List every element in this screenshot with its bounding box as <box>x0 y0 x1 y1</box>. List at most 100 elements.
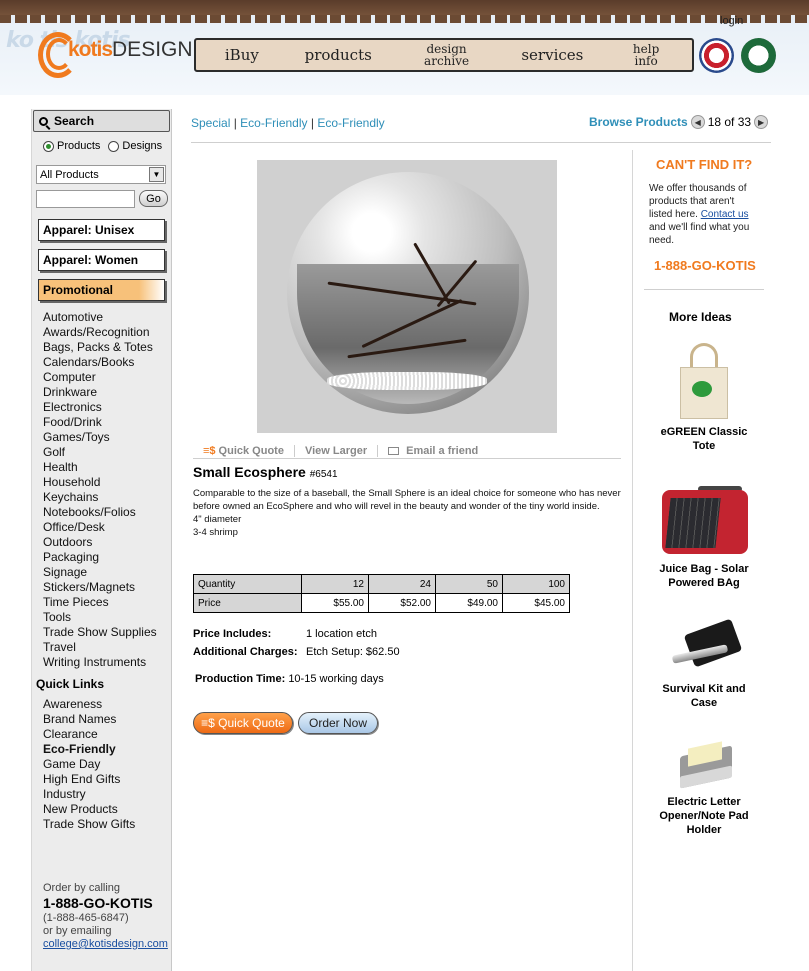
sidebar-link[interactable]: Time Pieces <box>43 595 171 610</box>
sidebar-link[interactable]: Eco-Friendly <box>43 742 171 757</box>
nav-design-archive[interactable]: design archive <box>418 43 476 67</box>
left-sidebar: Search Products Designs All Products ▼ G… <box>31 109 172 971</box>
sidebar-link[interactable]: Brand Names <box>43 712 171 727</box>
nav-ibuy[interactable]: iBuy <box>225 48 259 63</box>
sidebar-link[interactable]: Clearance <box>43 727 171 742</box>
login-link[interactable]: login <box>720 15 743 27</box>
email-friend-link[interactable]: Email a friend <box>378 445 488 457</box>
sidebar-link[interactable]: Golf <box>43 445 171 460</box>
site-logo[interactable]: kotisDESIGN <box>38 30 193 78</box>
envelope-icon <box>388 446 400 455</box>
apparel-unisex-button[interactable]: Apparel: Unisex <box>38 219 165 241</box>
sidebar-link[interactable]: Office/Desk <box>43 520 171 535</box>
sidebar-link[interactable]: Trade Show Gifts <box>43 817 171 832</box>
quick-quote-link[interactable]: ≡$ Quick Quote <box>193 444 295 457</box>
sidebar-link[interactable]: Drinkware <box>43 385 171 400</box>
contact-us-link[interactable]: Contact us <box>701 209 749 220</box>
quick-links-list: Awareness Brand Names Clearance Eco-Friendl… <box>32 697 171 832</box>
category-select[interactable]: All Products ▼ <box>36 165 166 184</box>
quick-quote-button[interactable]: ≡$ Quick Quote <box>193 712 293 734</box>
product-description: Comparable to the size of a baseball, th… <box>193 488 621 538</box>
solar-bag-image <box>658 486 750 556</box>
nav-services[interactable]: services <box>521 48 583 63</box>
idea-item[interactable]: Electric Letter Opener/Note Pad Holder <box>648 731 760 837</box>
sidebar-link[interactable]: Food/Drink <box>43 415 171 430</box>
sidebar-link[interactable]: Writing Instruments <box>43 655 171 670</box>
browse-products-label[interactable]: Browse Products <box>589 115 688 129</box>
idea-item[interactable]: Juice Bag - Solar Powered BAg <box>648 486 760 590</box>
sidebar-link[interactable]: Trade Show Supplies <box>43 625 171 640</box>
sidebar-link[interactable]: Bags, Packs & Totes <box>43 340 171 355</box>
order-phone: 1-888-GO-KOTIS <box>43 895 153 911</box>
quick-links-title: Quick Links <box>36 677 105 691</box>
sidebar-link[interactable]: Electronics <box>43 400 171 415</box>
product-image[interactable] <box>257 160 557 433</box>
next-arrow-icon[interactable]: ▶ <box>754 115 769 129</box>
greek-licensed-seal-icon <box>741 38 776 73</box>
dollar-icon: ≡$ <box>201 716 219 730</box>
order-now-button[interactable]: Order Now <box>298 712 378 734</box>
order-email-label: or by emailing <box>43 925 112 937</box>
production-time: Production Time: 10-15 working days <box>195 673 384 685</box>
sidebar-link[interactable]: Outdoors <box>43 535 171 550</box>
sidebar-link[interactable]: Keychains <box>43 490 171 505</box>
radio-designs[interactable]: Designs <box>108 140 162 152</box>
sidebar-link[interactable]: Computer <box>43 370 171 385</box>
dollar-icon: ≡$ <box>203 444 216 457</box>
idea-item[interactable]: eGREEN Classic Tote <box>648 343 760 453</box>
search-row: Go <box>36 190 171 208</box>
sidebar-link[interactable]: Industry <box>43 787 171 802</box>
promotional-button[interactable]: Promotional <box>38 279 165 301</box>
sidebar-link[interactable]: Notebooks/Folios <box>43 505 171 520</box>
sidebar-link[interactable]: Game Day <box>43 757 171 772</box>
sidebar-link[interactable]: Calendars/Books <box>43 355 171 370</box>
sidebar-link[interactable]: Stickers/Magnets <box>43 580 171 595</box>
sidebar-link[interactable]: Automotive <box>43 310 171 325</box>
sidebar-link[interactable]: Packaging <box>43 550 171 565</box>
sidebar-link[interactable]: Tools <box>43 610 171 625</box>
sidebar-link[interactable]: New Products <box>43 802 171 817</box>
sidebar-link[interactable]: Household <box>43 475 171 490</box>
divider <box>644 289 764 290</box>
table-row: Price $55.00 $52.00 $49.00 $45.00 <box>193 593 570 613</box>
table-row: Quantity 12 24 50 100 <box>193 574 570 594</box>
radio-products[interactable]: Products <box>43 140 100 152</box>
go-button[interactable]: Go <box>139 190 168 207</box>
sidebar-link[interactable]: High End Gifts <box>43 772 171 787</box>
logo-mark-icon <box>38 30 78 78</box>
breadcrumb-item[interactable]: Eco-Friendly <box>317 116 384 130</box>
chevron-down-icon: ▼ <box>149 167 164 182</box>
sidebar-link[interactable]: Travel <box>43 640 171 655</box>
product-sku: #6541 <box>309 469 338 480</box>
cant-find-text: We offer thousands of products that aren… <box>649 183 750 246</box>
university-seal-icon <box>699 38 734 73</box>
prev-arrow-icon[interactable]: ◀ <box>690 115 705 129</box>
sidebar-link[interactable]: Games/Toys <box>43 430 171 445</box>
more-ideas-title: More Ideas <box>669 310 732 324</box>
product-title: Small Ecosphere #6541 <box>193 464 338 480</box>
sidebar-link[interactable]: Awards/Recognition <box>43 325 171 340</box>
breadcrumb-item[interactable]: Eco-Friendly <box>240 116 307 130</box>
apparel-women-button[interactable]: Apparel: Women <box>38 249 165 271</box>
divider <box>191 142 771 143</box>
sidebar-link[interactable]: Signage <box>43 565 171 580</box>
breadcrumb-item[interactable]: Special <box>191 116 230 130</box>
nav-products[interactable]: products <box>305 48 372 63</box>
logo-text: kotisDESIGN <box>68 38 193 61</box>
nav-help-info[interactable]: help info <box>629 43 663 67</box>
view-larger-link[interactable]: View Larger <box>295 444 379 457</box>
search-title: Search <box>54 114 95 128</box>
phone-number: 1-888-GO-KOTIS <box>654 258 756 273</box>
search-icon <box>39 116 48 126</box>
sidebar-link[interactable]: Awareness <box>43 697 171 712</box>
sidebar-link[interactable]: Health <box>43 460 171 475</box>
header-border-decoration <box>0 0 809 23</box>
order-email-link[interactable]: college@kotisdesign.com <box>43 938 168 950</box>
survival-kit-image <box>666 618 743 676</box>
price-includes: Price Includes: 1 location etch <box>193 628 377 640</box>
product-actions-bar: ≡$ Quick Quote View Larger Email a friend <box>193 443 621 459</box>
browse-counter: 18 of 33 <box>707 115 752 129</box>
cant-find-title: CAN'T FIND IT? <box>656 157 753 172</box>
idea-item[interactable]: Survival Kit and Case <box>648 618 760 710</box>
search-input[interactable] <box>36 190 135 208</box>
